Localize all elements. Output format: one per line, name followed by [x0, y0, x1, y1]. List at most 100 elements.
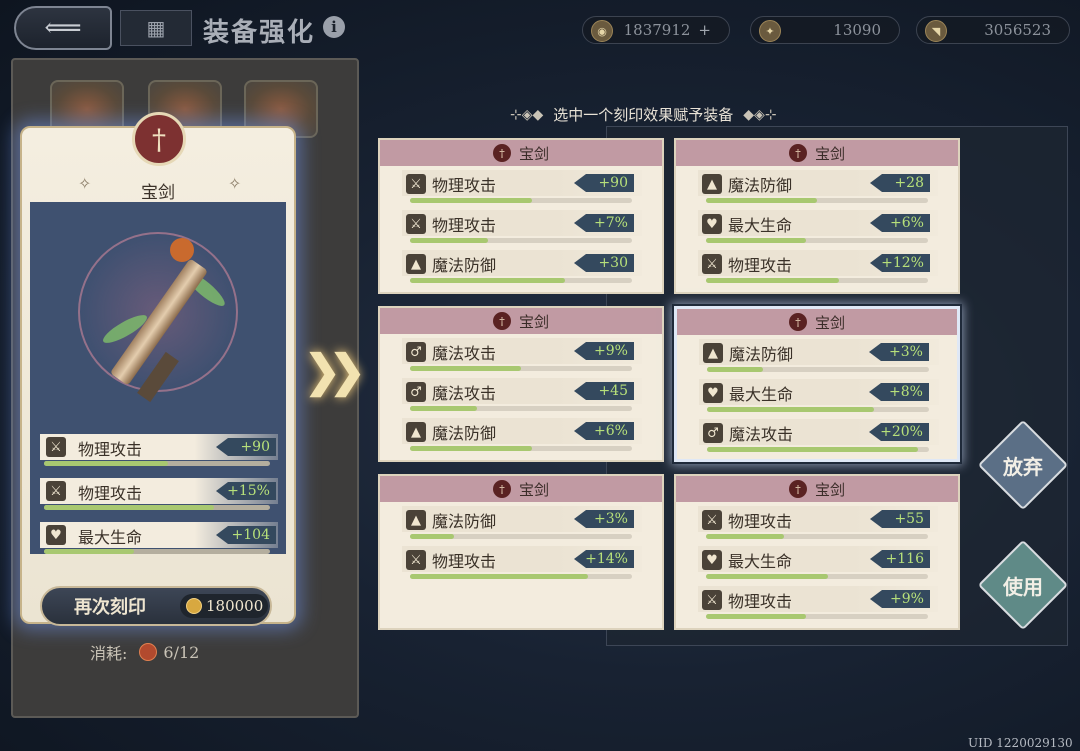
- sword-icon: ⚔: [406, 214, 426, 234]
- stat-name: 物理攻击: [728, 512, 793, 531]
- imprint-option-card[interactable]: † 宝剑 ⚔ 物理攻击 +90 ⚔ 物理攻击 +7% ▲ 魔法防御 +30: [378, 138, 664, 294]
- reforge-button[interactable]: 再次刻印 180000: [40, 586, 272, 626]
- stat-name: 魔法防御: [728, 176, 793, 195]
- item-card: † ✧ ✧ 宝剑 ⚔ 物理攻击 +90 ⚔ 物理攻击 +15% ♥ 最大生命 +104: [20, 112, 296, 624]
- reforge-label: 再次刻印: [74, 597, 146, 618]
- horn-icon: ◥: [925, 20, 947, 42]
- stat-name: 魔法防御: [432, 424, 497, 443]
- stat-value: +7%: [574, 214, 634, 232]
- stat-progress: [410, 366, 632, 371]
- hat-icon: ▲: [406, 254, 426, 274]
- stat-value: +14%: [574, 550, 634, 568]
- stat-value: +28: [870, 174, 930, 192]
- info-icon[interactable]: i: [323, 16, 345, 38]
- stat-row: ▲ 魔法防御 +3%: [380, 504, 662, 544]
- double-chevron-right-icon: ❯❯: [304, 346, 366, 397]
- sword-icon: ⚔: [406, 174, 426, 194]
- stat-name: 魔法防御: [432, 512, 497, 531]
- stat-row: ⚔ 物理攻击 +90: [380, 168, 662, 208]
- option-title: 宝剑: [814, 144, 845, 163]
- back-button[interactable]: ⟸: [14, 6, 112, 50]
- stat-progress-fill: [706, 278, 840, 283]
- stat-progress: [707, 447, 929, 452]
- option-title: 宝剑: [518, 480, 549, 499]
- stat-value: +6%: [574, 422, 634, 440]
- stat-name: 魔法攻击: [432, 384, 497, 403]
- item-artwork: [30, 202, 286, 424]
- consume-info: 消耗: 6/12: [90, 640, 199, 664]
- imprint-option-card[interactable]: † 宝剑 ⚔ 物理攻击 +55 ♥ 最大生命 +116 ⚔ 物理攻击 +9%: [674, 474, 960, 630]
- stat-value: +8%: [869, 383, 929, 401]
- crystal-icon: ✦: [759, 20, 781, 42]
- stat-name: 物理攻击: [728, 592, 793, 611]
- heart-icon: ♥: [46, 525, 66, 545]
- stat-progress-fill: [410, 278, 566, 283]
- sword-emblem-icon: †: [492, 312, 511, 330]
- stat-progress-fill: [410, 366, 521, 371]
- stat-row: ▲ 魔法防御 +30: [380, 248, 662, 288]
- stat-row: ▲ 魔法防御 +6%: [380, 416, 662, 456]
- stat-progress: [410, 574, 632, 579]
- stat-progress: [706, 534, 928, 539]
- stat-progress: [706, 198, 928, 203]
- stat-value: +3%: [869, 343, 929, 361]
- ornament-left-icon: ⊹◈◆: [510, 106, 544, 123]
- imprint-option-card[interactable]: † 宝剑 ▲ 魔法防御 +28 ♥ 最大生命 +6% ⚔ 物理攻击 +12%: [674, 138, 960, 294]
- staff-icon: ♂: [703, 423, 723, 443]
- item-name: 宝剑: [141, 183, 175, 203]
- stat-name: 最大生命: [728, 216, 793, 235]
- use-button[interactable]: 使用: [977, 539, 1069, 631]
- stat-progress-fill: [410, 574, 588, 579]
- stat-value: +9%: [870, 590, 930, 608]
- use-label: 使用: [1003, 574, 1043, 599]
- option-header: † 宝剑: [380, 308, 662, 334]
- heart-icon: ♥: [702, 550, 722, 570]
- stat-progress-fill: [706, 198, 817, 203]
- stat-progress-fill: [706, 574, 829, 579]
- grid-icon: ▦: [146, 16, 166, 40]
- stat-progress: [707, 407, 929, 412]
- stat-row: ♥ 最大生命 +8%: [677, 377, 957, 417]
- user-id: UID 1220029130: [968, 736, 1073, 750]
- stat-progress-fill: [44, 505, 214, 510]
- stat-progress-fill: [706, 614, 806, 619]
- stat-progress-fill: [706, 238, 806, 243]
- stat-progress-fill: [707, 447, 918, 452]
- stat-progress-fill: [410, 406, 477, 411]
- stat-name: 最大生命: [78, 528, 143, 547]
- stat-progress: [410, 238, 632, 243]
- stat-name: 物理攻击: [78, 440, 143, 459]
- coin-icon: ◉: [591, 20, 613, 42]
- reforge-cost: 180000: [180, 594, 268, 618]
- option-header: † 宝剑: [380, 476, 662, 502]
- coin-icon: [186, 598, 202, 614]
- discard-button[interactable]: 放弃: [977, 419, 1069, 511]
- sword-icon: ⚔: [702, 590, 722, 610]
- stat-progress: [410, 198, 632, 203]
- menu-button[interactable]: ▦: [120, 10, 192, 46]
- heart-icon: ♥: [703, 383, 723, 403]
- imprint-option-card[interactable]: † 宝剑 ♂ 魔法攻击 +9% ♂ 魔法攻击 +45 ▲ 魔法防御 +6%: [378, 306, 664, 462]
- imprint-option-card[interactable]: † 宝剑 ▲ 魔法防御 +3% ♥ 最大生命 +8% ♂ 魔法攻击 +20%: [674, 306, 960, 462]
- stat-progress-fill: [410, 198, 533, 203]
- sword-icon: ⚔: [46, 481, 66, 501]
- sword-emblem-icon: †: [132, 112, 186, 166]
- stat-row: ♂ 魔法攻击 +20%: [677, 417, 957, 457]
- stat-value: +20%: [869, 423, 929, 441]
- stat-name: 物理攻击: [78, 484, 143, 503]
- selector-title-text: 选中一个刻印效果赋予装备: [553, 106, 734, 124]
- staff-icon: ♂: [406, 342, 426, 362]
- imprint-option-card[interactable]: † 宝剑 ▲ 魔法防御 +3% ⚔ 物理攻击 +14%: [378, 474, 664, 630]
- stat-row: ⚔ 物理攻击 +14%: [380, 544, 662, 584]
- hat-icon: ▲: [702, 174, 722, 194]
- resource-gold: ◉ 1837912 +: [582, 16, 730, 44]
- stat-progress-fill: [44, 461, 169, 466]
- add-gold-button[interactable]: +: [698, 21, 711, 39]
- stat-name: 最大生命: [729, 385, 794, 404]
- stat-name: 物理攻击: [432, 552, 497, 571]
- sword-emblem-icon: †: [788, 144, 807, 162]
- stat-progress-fill: [706, 534, 784, 539]
- stat-row: ⚔ 物理攻击 +90: [30, 432, 286, 470]
- heart-icon: ♥: [702, 214, 722, 234]
- stat-value: +55: [870, 510, 930, 528]
